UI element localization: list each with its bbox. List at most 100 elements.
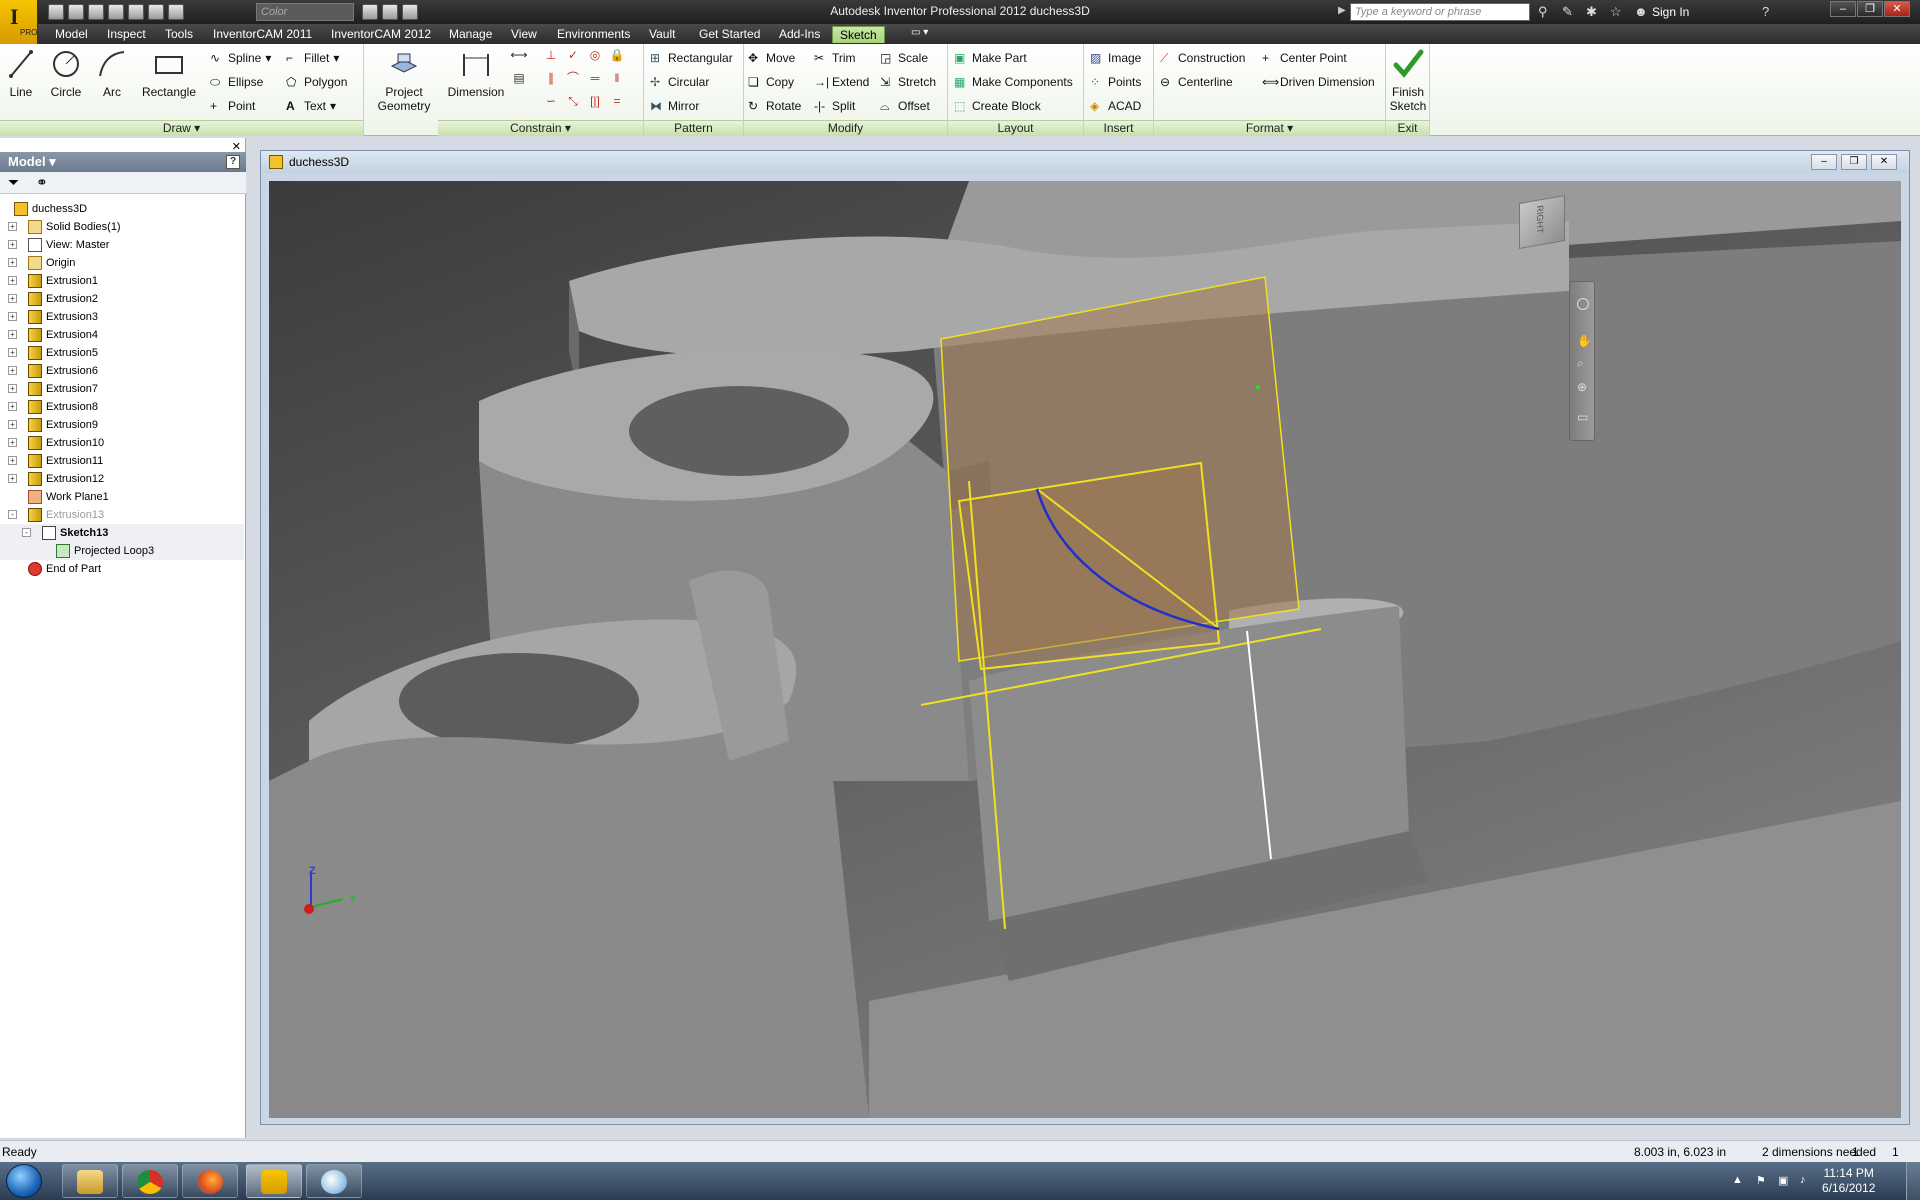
expand-icon[interactable]: + [8, 456, 17, 465]
line-button[interactable]: Line [4, 48, 38, 99]
expand-icon[interactable]: + [8, 438, 17, 447]
horizontal-constraint-icon[interactable]: ═ [586, 69, 604, 87]
open-icon[interactable] [68, 4, 84, 20]
taskbar-firefox[interactable] [182, 1164, 238, 1198]
ellipse-button[interactable]: ⬭ Ellipse [210, 72, 263, 92]
doc-restore-button[interactable]: ❐ [1841, 154, 1867, 170]
system-clock[interactable]: 11:14 PM 6/16/2012 [1822, 1166, 1875, 1196]
vertical-constraint-icon[interactable]: ‖ [608, 69, 626, 87]
orbit-icon[interactable]: ⊕ [1577, 380, 1587, 394]
tab-model[interactable]: Model [48, 26, 95, 43]
search-input[interactable]: Type a keyword or phrase [1350, 3, 1530, 21]
equal-constraint-icon[interactable]: = [608, 92, 626, 110]
collapse-icon[interactable]: - [8, 510, 17, 519]
scale-button[interactable]: ◲ Scale [880, 48, 928, 68]
pan-icon[interactable]: ✋ [1577, 334, 1592, 348]
tree-node[interactable]: + Origin [0, 254, 244, 272]
expand-icon[interactable]: + [8, 258, 17, 267]
tab-tools[interactable]: Tools [158, 26, 200, 43]
offset-button[interactable]: ⌓ Offset [880, 96, 930, 116]
project-geometry-button[interactable]: Project Geometry [372, 48, 436, 113]
tab-get-started[interactable]: Get Started [692, 26, 767, 43]
taskbar-chrome[interactable] [122, 1164, 178, 1198]
rectangular-pattern-button[interactable]: ⊞ Rectangular [650, 48, 733, 68]
image-button[interactable]: ▨ Image [1090, 48, 1141, 68]
mirror-button[interactable]: ⧓ Mirror [650, 96, 699, 116]
tree-node[interactable]: + View: Master [0, 236, 244, 254]
browser-help-icon[interactable]: ? [226, 155, 240, 169]
action-center-icon[interactable]: ⚑ [1756, 1174, 1766, 1187]
dimension-button[interactable]: Dimension [446, 48, 506, 99]
expand-icon[interactable]: + [8, 312, 17, 321]
tree-node[interactable]: + Extrusion4 [0, 326, 244, 344]
tab-environments[interactable]: Environments [550, 26, 637, 43]
tree-node[interactable]: + Extrusion12 [0, 470, 244, 488]
extend-button[interactable]: →| Extend [814, 72, 869, 92]
acad-button[interactable]: ◈ ACAD [1090, 96, 1141, 116]
points-button[interactable]: ⁘ Points [1090, 72, 1141, 92]
satellite-icon[interactable]: ✱ [1586, 4, 1597, 20]
tray-expand-icon[interactable]: ▲ [1732, 1174, 1743, 1186]
move-button[interactable]: ✥ Move [748, 48, 795, 68]
symmetric-constraint-icon[interactable]: [|] [586, 92, 604, 110]
tab-add-ins[interactable]: Add-Ins [772, 26, 827, 43]
trim-button[interactable]: ✂ Trim [814, 48, 856, 68]
show-constraints-icon[interactable]: ▤ [510, 69, 528, 87]
expand-icon[interactable]: + [8, 348, 17, 357]
tab-view[interactable]: View [504, 26, 544, 43]
expand-icon[interactable]: + [8, 294, 17, 303]
expand-icon[interactable]: + [8, 384, 17, 393]
color-combo[interactable]: Color [256, 3, 354, 21]
expand-icon[interactable]: + [8, 474, 17, 483]
expand-icon[interactable]: + [8, 240, 17, 249]
expand-icon[interactable]: + [8, 420, 17, 429]
tree-node[interactable]: End of Part [0, 560, 244, 578]
new-icon[interactable] [48, 4, 64, 20]
3d-model-scene[interactable] [269, 181, 1901, 1118]
doc-close-button[interactable]: ✕ [1871, 154, 1897, 170]
minimize-button[interactable]: – [1830, 1, 1856, 17]
rotate-button[interactable]: ↻ Rotate [748, 96, 801, 116]
tree-node[interactable]: + Extrusion11 [0, 452, 244, 470]
tree-node[interactable]: + Extrusion5 [0, 344, 244, 362]
steering-wheel-icon[interactable] [1577, 298, 1589, 310]
fillet-button[interactable]: ⌐ Fillet ▾ [286, 48, 339, 68]
stretch-button[interactable]: ⇲ Stretch [880, 72, 936, 92]
tree-node[interactable]: + Extrusion1 [0, 272, 244, 290]
view-cube[interactable]: RIGHT [1519, 194, 1565, 250]
taskbar-inventor[interactable] [246, 1164, 302, 1198]
tree-node[interactable]: + Extrusion9 [0, 416, 244, 434]
constrain-panel-title[interactable]: Constrain ▾ [438, 120, 643, 136]
search-expand-icon[interactable]: ▶ [1338, 5, 1346, 16]
tree-node[interactable]: Work Plane1 [0, 488, 244, 506]
center-point-button[interactable]: + Center Point [1262, 48, 1347, 68]
tree-node[interactable]: + Extrusion2 [0, 290, 244, 308]
network-icon[interactable]: ▣ [1778, 1174, 1788, 1187]
return-icon[interactable] [148, 4, 164, 20]
tree-node[interactable]: - Extrusion13 [0, 506, 244, 524]
format-panel-title[interactable]: Format ▾ [1154, 120, 1385, 136]
close-button[interactable]: ✕ [1884, 1, 1910, 17]
tools-icon[interactable]: ✎ [1562, 4, 1573, 20]
look-at-icon[interactable]: ▭ [1577, 410, 1588, 424]
concentric-constraint-icon[interactable]: ◎ [586, 46, 604, 64]
parallel-constraint-icon[interactable]: ∥ [542, 69, 560, 87]
arc-button[interactable]: Arc [94, 48, 130, 99]
zoom-icon[interactable]: ⌕ [1577, 356, 1584, 371]
fix-constraint-icon[interactable]: 🔒 [608, 46, 626, 64]
text-button[interactable]: A Text ▾ [286, 96, 336, 116]
save-icon[interactable] [88, 4, 104, 20]
undo-icon[interactable] [108, 4, 124, 20]
tree-node[interactable]: + Extrusion10 [0, 434, 244, 452]
smooth-constraint-icon[interactable]: ∽ [542, 92, 560, 110]
tree-node[interactable]: + Extrusion7 [0, 380, 244, 398]
expand-icon[interactable]: + [8, 222, 17, 231]
fx-parameters-icon[interactable] [362, 4, 378, 20]
filter-icon[interactable]: ⏷ [8, 174, 19, 191]
tree-node[interactable]: + Solid Bodies(1) [0, 218, 244, 236]
volume-icon[interactable]: ♪ [1800, 1174, 1806, 1186]
measure-icon[interactable] [382, 4, 398, 20]
tab-manage[interactable]: Manage [442, 26, 499, 43]
point-button[interactable]: + Point [210, 96, 255, 116]
help-icon[interactable]: ? [1762, 4, 1769, 19]
